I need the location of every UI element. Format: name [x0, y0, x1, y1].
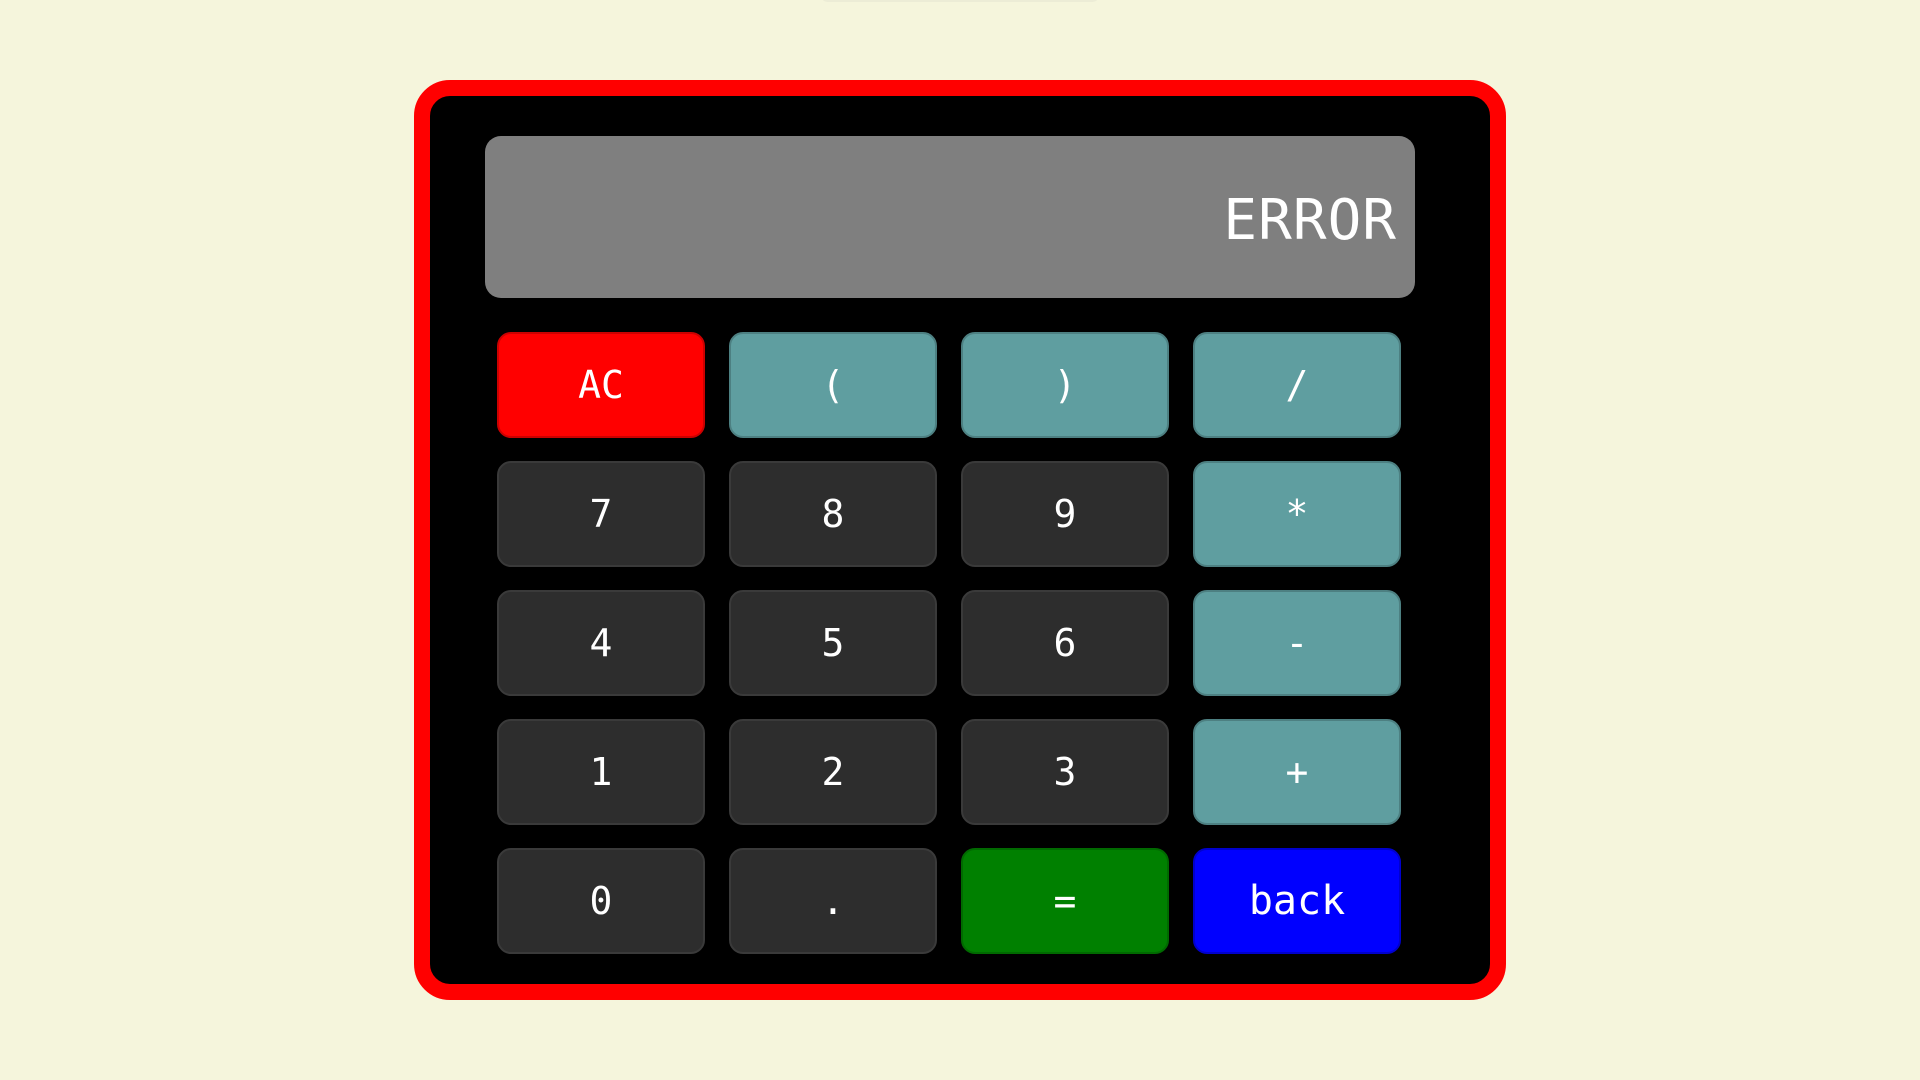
digit-4-button[interactable]: 4: [497, 590, 705, 696]
digit-2-button[interactable]: 2: [729, 719, 937, 825]
close-paren-button[interactable]: ): [961, 332, 1169, 438]
decimal-point-button[interactable]: .: [729, 848, 937, 954]
digit-5-button[interactable]: 5: [729, 590, 937, 696]
divide-button[interactable]: /: [1193, 332, 1401, 438]
ac-button[interactable]: AC: [497, 332, 705, 438]
multiply-button[interactable]: *: [1193, 461, 1401, 567]
backspace-button[interactable]: back: [1193, 848, 1401, 954]
digit-3-button[interactable]: 3: [961, 719, 1169, 825]
display-value: ERROR: [1223, 187, 1397, 253]
add-button[interactable]: +: [1193, 719, 1401, 825]
digit-8-button[interactable]: 8: [729, 461, 937, 567]
equals-button[interactable]: =: [961, 848, 1169, 954]
calculator: ERROR AC ( ) / 7 8 9 * 4 5 6 - 1 2 3 + 0…: [414, 80, 1506, 1000]
digit-1-button[interactable]: 1: [497, 719, 705, 825]
digit-9-button[interactable]: 9: [961, 461, 1169, 567]
keypad: AC ( ) / 7 8 9 * 4 5 6 - 1 2 3 + 0 . = b…: [497, 332, 1403, 954]
digit-7-button[interactable]: 7: [497, 461, 705, 567]
calculator-display: ERROR: [485, 136, 1415, 298]
digit-6-button[interactable]: 6: [961, 590, 1169, 696]
open-paren-button[interactable]: (: [729, 332, 937, 438]
digit-0-button[interactable]: 0: [497, 848, 705, 954]
subtract-button[interactable]: -: [1193, 590, 1401, 696]
top-tab: [820, 0, 1100, 2]
